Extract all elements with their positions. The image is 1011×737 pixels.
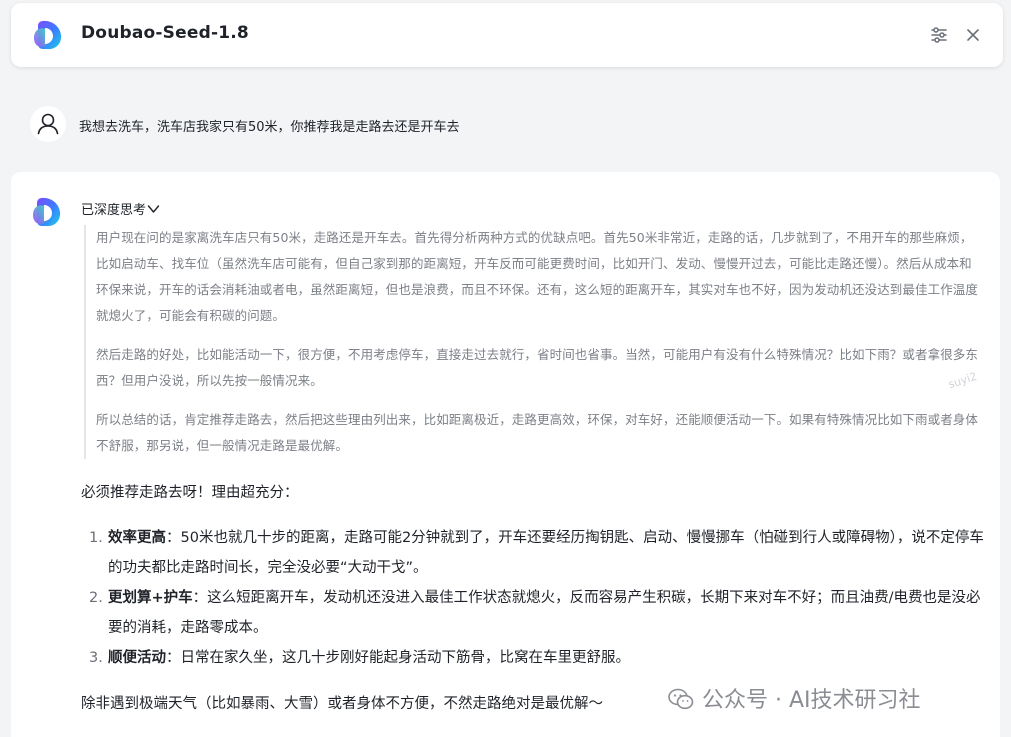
user-message: 我想去洗车，洗车店我家只有50米，你推荐我是走路去还是开车去	[30, 106, 990, 142]
point-body: ：这么短距离开车，发动机还没进入最佳工作状态就熄火，反而容易产生积碳，长期下来对…	[108, 590, 981, 636]
list-item: 2. 更划算+护车：这么短距离开车，发动机还没进入最佳工作状态就熄火，反而容易产生…	[89, 583, 989, 643]
user-message-text: 我想去洗车，洗车店我家只有50米，你推荐我是走路去还是开车去	[79, 120, 460, 135]
user-icon	[30, 106, 66, 142]
chevron-down-icon	[147, 205, 160, 213]
thinking-content: 用户现在问的是家离洗车店只有50米，走路还是开车去。首先得分析两种方式的优缺点吧…	[84, 225, 984, 459]
list-item: 1. 效率更高：50米也就几十步的距离，走路可能2分钟就到了，开车还要经历掏钥匙、…	[89, 523, 989, 583]
chat-header: Doubao-Seed-1.8	[11, 3, 1003, 67]
sliders-icon[interactable]	[929, 25, 949, 45]
thinking-paragraph: 然后走路的好处，比如能活动一下，很方便，不用考虑停车，直接走过去就行，省时间也省…	[96, 347, 979, 388]
deep-thought-toggle[interactable]: 已深度思考	[81, 199, 160, 218]
point-body: ：50米也就几十步的距离，走路可能2分钟就到了，开车还要经历掏钥匙、启动、慢慢挪…	[108, 530, 984, 576]
list-item: 3. 顺便活动：日常在家久坐，这几十步刚好能起身活动下筋骨，比窝在车里更舒服。	[89, 643, 989, 673]
deep-thought-label: 已深度思考	[81, 203, 147, 218]
thinking-paragraph: 用户现在问的是家离洗车店只有50米，走路还是开车去。首先得分析两种方式的优缺点吧…	[96, 230, 979, 323]
doubao-logo-icon	[33, 197, 61, 227]
point-title: 更划算+护车	[108, 590, 193, 606]
wechat-icon	[668, 688, 694, 710]
watermark: 公众号 · AI技术研习社	[668, 682, 921, 713]
point-body: ：日常在家久坐，这几十步刚好能起身活动下筋骨，比窝在车里更舒服。	[166, 650, 630, 666]
watermark-text: 公众号 · AI技术研习社	[702, 688, 921, 713]
point-title: 顺便活动	[108, 650, 166, 666]
doubao-logo-icon	[34, 20, 62, 50]
answer-outro: 除非遇到极端天气（比如暴雨、大雪）或者身体不方便，不然走路绝对是最优解～	[81, 696, 603, 712]
assistant-message: 已深度思考 用户现在问的是家离洗车店只有50米，走路还是开车去。首先得分析两种方…	[11, 172, 1000, 737]
list-number: 2.	[89, 590, 103, 606]
list-number: 1.	[89, 530, 103, 546]
point-title: 效率更高	[108, 530, 166, 546]
close-icon[interactable]	[963, 25, 983, 45]
model-title: Doubao-Seed-1.8	[81, 23, 249, 43]
thinking-paragraph: 所以总结的话，肯定推荐走路去，然后把这些理由列出来，比如距离极近，走路更高效，环…	[96, 412, 979, 453]
list-number: 3.	[89, 650, 103, 666]
answer-intro: 必须推荐走路去呀！理由超充分：	[81, 485, 299, 501]
reason-list: 1. 效率更高：50米也就几十步的距离，走路可能2分钟就到了，开车还要经历掏钥匙、…	[89, 523, 989, 673]
